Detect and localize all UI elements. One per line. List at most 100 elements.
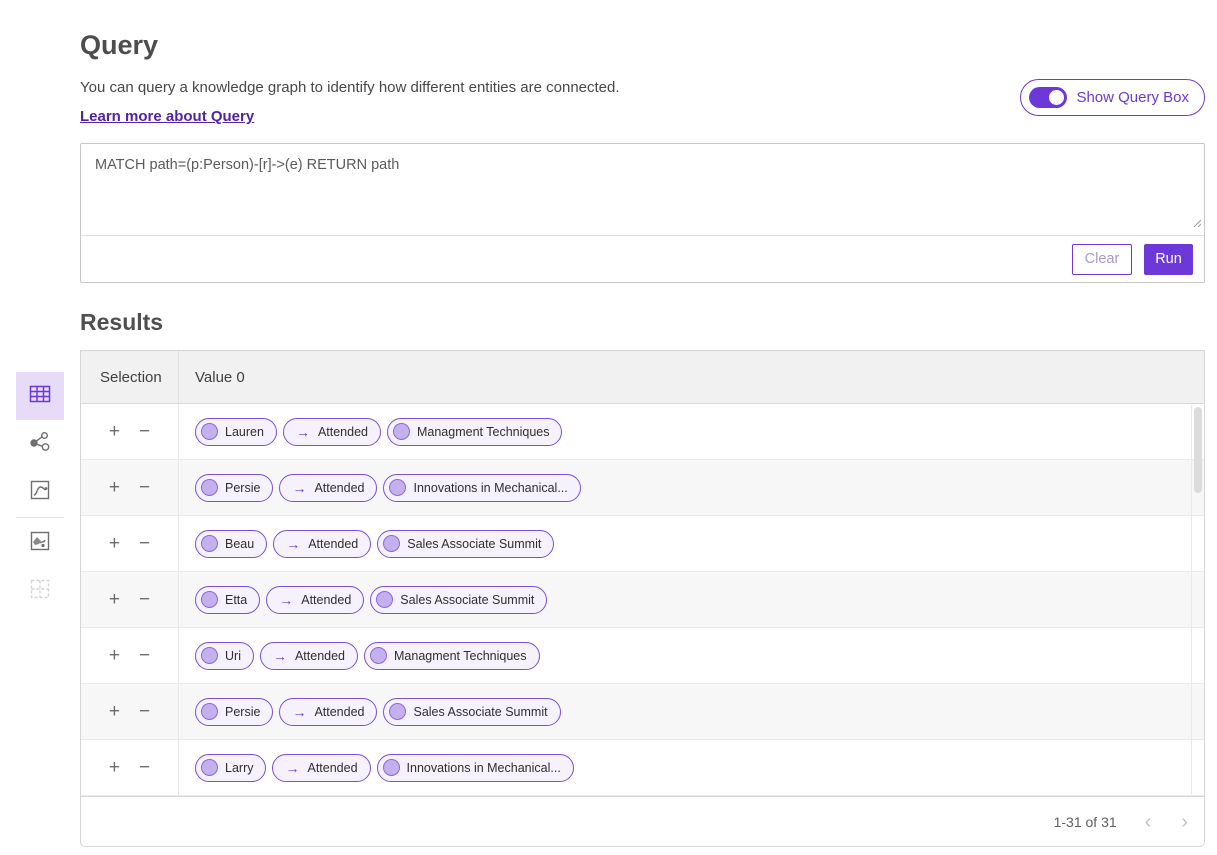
page-description: You can query a knowledge graph to ident…: [80, 79, 620, 97]
node-label: Sales Associate Summit: [400, 593, 534, 607]
edge-pill[interactable]: → Attended: [279, 474, 377, 502]
next-page-button[interactable]: ›: [1181, 812, 1188, 832]
source-node-pill[interactable]: Uri: [195, 642, 254, 670]
table-scrollbar[interactable]: [1191, 405, 1204, 794]
table-row: + − Lauren →Attended Managment Technique…: [81, 404, 1204, 460]
target-node-pill[interactable]: Managment Techniques: [387, 418, 563, 446]
scrollbar-thumb[interactable]: [1194, 407, 1202, 493]
path-cell: Persie → Attended Sales Associate Summit: [179, 698, 561, 726]
query-editor-wrap: MATCH path=(p:Person)-[r]->(e) RETURN pa…: [81, 144, 1204, 236]
edge-label: Attended: [318, 425, 368, 439]
target-node-pill[interactable]: Innovations in Mechanical...: [377, 754, 574, 782]
node-label: Innovations in Mechanical...: [413, 481, 567, 495]
table-row: + − Beau →Attended Sales Associate Summi…: [81, 516, 1204, 572]
node-icon: [201, 535, 218, 552]
remove-selection-button[interactable]: −: [137, 422, 152, 441]
edge-pill[interactable]: →Attended: [260, 642, 358, 670]
results-title: Results: [80, 309, 1205, 336]
source-node-pill[interactable]: Persie: [195, 474, 273, 502]
source-node-pill[interactable]: Larry: [195, 754, 266, 782]
table-row: + − Persie → Attended Sales Associate Sum…: [81, 684, 1204, 740]
add-selection-button[interactable]: +: [107, 702, 122, 721]
edge-label: Attended: [314, 481, 364, 495]
table-row: + − Etta →Attended Sales Associate Summi…: [81, 572, 1204, 628]
node-icon: [370, 647, 387, 664]
remove-selection-button[interactable]: −: [137, 646, 152, 665]
node-icon: [201, 479, 218, 496]
sidebar-item-chart-view[interactable]: [16, 468, 64, 516]
show-query-box-toggle[interactable]: Show Query Box: [1020, 79, 1205, 116]
edge-arrow-icon: →: [292, 481, 306, 495]
edge-arrow-icon: →: [292, 705, 306, 719]
toggle-switch-icon[interactable]: [1029, 87, 1067, 108]
intro-row: You can query a knowledge graph to ident…: [80, 79, 1205, 126]
query-input[interactable]: MATCH path=(p:Person)-[r]->(e) RETURN pa…: [81, 144, 1204, 235]
add-selection-button[interactable]: +: [107, 758, 122, 777]
node-label: Etta: [225, 593, 247, 607]
selection-cell: + −: [81, 460, 179, 515]
node-icon: [201, 759, 218, 776]
query-actions: Clear Run: [81, 236, 1204, 282]
remove-selection-button[interactable]: −: [137, 478, 152, 497]
clear-button[interactable]: Clear: [1072, 244, 1132, 275]
selection-cell: + −: [81, 572, 179, 627]
table-row: + − Larry →Attended Innovations in Mecha…: [81, 740, 1204, 796]
path-cell: Persie → Attended Innovations in Mechanic…: [179, 474, 581, 502]
target-node-pill[interactable]: Sales Associate Summit: [383, 698, 560, 726]
edge-label: Attended: [308, 537, 358, 551]
column-header-selection: Selection: [81, 351, 179, 403]
sidebar-item-graph-view[interactable]: [16, 420, 64, 468]
selection-cell: + −: [81, 628, 179, 683]
remove-selection-button[interactable]: −: [137, 758, 152, 777]
node-icon: [393, 423, 410, 440]
target-node-pill[interactable]: Innovations in Mechanical...: [383, 474, 580, 502]
remove-selection-button[interactable]: −: [137, 702, 152, 721]
run-button[interactable]: Run: [1144, 244, 1193, 275]
source-node-pill[interactable]: Lauren: [195, 418, 277, 446]
target-node-pill[interactable]: Managment Techniques: [364, 642, 540, 670]
toggle-label: Show Query Box: [1076, 89, 1189, 106]
add-selection-button[interactable]: +: [107, 590, 122, 609]
path-cell: Uri →Attended Managment Techniques: [179, 642, 540, 670]
edge-pill[interactable]: →Attended: [283, 418, 381, 446]
add-selection-button[interactable]: +: [107, 478, 122, 497]
layout-view-icon: [28, 577, 52, 606]
remove-selection-button[interactable]: −: [137, 534, 152, 553]
sidebar-divider: [16, 517, 64, 518]
pagination-range: 1-31 of 31: [1054, 814, 1117, 830]
target-node-pill[interactable]: Sales Associate Summit: [377, 530, 554, 558]
path-cell: Larry →Attended Innovations in Mechanica…: [179, 754, 574, 782]
sidebar-item-table-view[interactable]: [16, 372, 64, 420]
node-label: Managment Techniques: [417, 425, 550, 439]
learn-more-link[interactable]: Learn more about Query: [80, 108, 254, 125]
edge-label: Attended: [314, 705, 364, 719]
source-node-pill[interactable]: Etta: [195, 586, 260, 614]
edge-label: Attended: [295, 649, 345, 663]
path-cell: Lauren →Attended Managment Techniques: [179, 418, 562, 446]
edge-pill[interactable]: →Attended: [266, 586, 364, 614]
selection-cell: + −: [81, 740, 179, 795]
intro-text-block: You can query a knowledge graph to ident…: [80, 79, 620, 126]
map-view-icon: [28, 529, 52, 558]
add-selection-button[interactable]: +: [107, 422, 122, 441]
remove-selection-button[interactable]: −: [137, 590, 152, 609]
query-panel: MATCH path=(p:Person)-[r]->(e) RETURN pa…: [80, 143, 1205, 283]
sidebar-item-map-view[interactable]: [16, 519, 64, 567]
source-node-pill[interactable]: Beau: [195, 530, 267, 558]
previous-page-button[interactable]: ‹: [1145, 812, 1152, 832]
path-cell: Etta →Attended Sales Associate Summit: [179, 586, 547, 614]
resize-handle-icon[interactable]: [1192, 214, 1201, 232]
edge-pill[interactable]: →Attended: [273, 530, 371, 558]
node-label: Sales Associate Summit: [413, 705, 547, 719]
edge-pill[interactable]: →Attended: [272, 754, 370, 782]
target-node-pill[interactable]: Sales Associate Summit: [370, 586, 547, 614]
add-selection-button[interactable]: +: [107, 534, 122, 553]
add-selection-button[interactable]: +: [107, 646, 122, 665]
node-label: Lauren: [225, 425, 264, 439]
table-footer: 1-31 of 31 ‹ ›: [81, 796, 1204, 847]
source-node-pill[interactable]: Persie: [195, 698, 273, 726]
node-label: Managment Techniques: [394, 649, 527, 663]
graph-view-icon: [28, 430, 52, 459]
edge-pill[interactable]: → Attended: [279, 698, 377, 726]
path-cell: Beau →Attended Sales Associate Summit: [179, 530, 554, 558]
